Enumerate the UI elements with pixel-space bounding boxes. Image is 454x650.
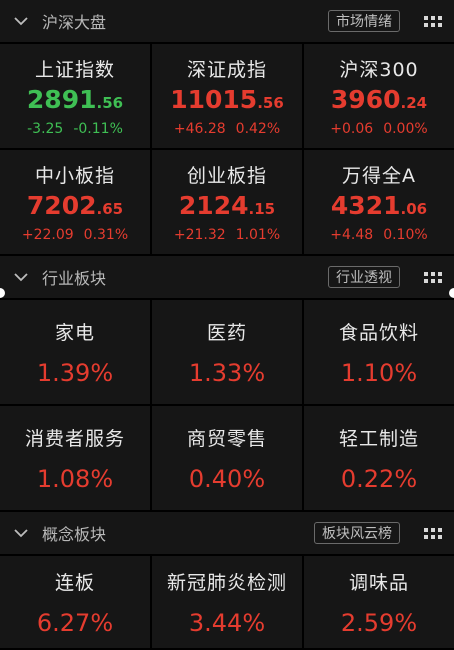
concept-cell[interactable]: 新冠肺炎检测 3.44% [152, 556, 302, 648]
sector-name: 家电 [54, 321, 95, 344]
concept-section-header[interactable]: 概念板块 板块风云榜 [0, 512, 454, 554]
industry-grid: 家电 1.39% 医药 1.33% 食品饮料 1.10% 消费者服务 1.08%… [0, 298, 454, 512]
chevron-down-icon[interactable] [10, 266, 32, 288]
sector-name: 商贸零售 [186, 427, 267, 450]
right-selection-handle[interactable] [449, 288, 454, 298]
index-cell[interactable]: 深证成指 11015.56 +46.28 0.42% [152, 44, 302, 148]
index-cell[interactable]: 中小板指 7202.65 +22.09 0.31% [0, 150, 150, 254]
sector-name: 医药 [206, 321, 247, 344]
index-price: 4321.06 [330, 191, 428, 220]
sector-name: 食品饮料 [338, 321, 419, 344]
concept-name: 连板 [54, 571, 95, 594]
sector-ranking-button[interactable]: 板块风云榜 [314, 522, 400, 544]
sector-name: 轻工制造 [338, 427, 419, 450]
index-name: 沪深300 [339, 59, 419, 81]
concept-change: 3.44% [188, 608, 266, 637]
sector-cell[interactable]: 食品饮料 1.10% [304, 300, 454, 404]
index-price: 11015.56 [170, 85, 284, 114]
index-change: +0.06 0.00% [330, 121, 428, 137]
market-sentiment-button[interactable]: 市场情绪 [328, 10, 400, 32]
index-price: 2891.56 [26, 85, 124, 114]
index-name: 上证指数 [34, 59, 115, 81]
sector-name: 消费者服务 [24, 427, 125, 450]
index-name: 中小板指 [34, 165, 115, 187]
sector-cell[interactable]: 医药 1.33% [152, 300, 302, 404]
index-name: 深证成指 [186, 59, 267, 81]
index-cell[interactable]: 创业板指 2124.15 +21.32 1.01% [152, 150, 302, 254]
section-title: 行业板块 [42, 269, 107, 288]
index-cell[interactable]: 万得全A 4321.06 +4.48 0.10% [304, 150, 454, 254]
section-title: 沪深大盘 [42, 13, 107, 32]
index-price: 2124.15 [178, 191, 276, 220]
index-change: +4.48 0.10% [330, 227, 428, 243]
grid-menu-icon[interactable] [424, 14, 442, 28]
section-title: 概念板块 [42, 525, 107, 544]
index-price: 7202.65 [26, 191, 124, 220]
sector-change: 0.22% [340, 464, 418, 493]
index-cell[interactable]: 上证指数 2891.56 -3.25 -0.11% [0, 44, 150, 148]
chevron-down-icon[interactable] [10, 522, 32, 544]
index-change: -3.25 -0.11% [27, 121, 123, 137]
concept-change: 2.59% [340, 608, 418, 637]
index-change: +22.09 0.31% [21, 227, 129, 243]
concept-change: 6.27% [36, 608, 114, 637]
market-section-header[interactable]: 沪深大盘 市场情绪 [0, 0, 454, 42]
industry-insight-button[interactable]: 行业透视 [328, 266, 400, 288]
sector-change: 1.10% [340, 358, 418, 387]
index-change: +46.28 0.42% [173, 121, 281, 137]
concept-grid: 连板 6.27% 新冠肺炎检测 3.44% 调味品 2.59% [0, 554, 454, 650]
grid-menu-icon[interactable] [424, 526, 442, 540]
index-name: 万得全A [342, 165, 416, 187]
chevron-down-icon[interactable] [10, 10, 32, 32]
sector-cell[interactable]: 轻工制造 0.22% [304, 406, 454, 510]
concept-cell[interactable]: 调味品 2.59% [304, 556, 454, 648]
index-change: +21.32 1.01% [173, 227, 281, 243]
concept-name: 调味品 [348, 571, 409, 594]
grid-menu-icon[interactable] [424, 270, 442, 284]
index-name: 创业板指 [186, 165, 267, 187]
index-price: 3960.24 [330, 85, 428, 114]
sector-cell[interactable]: 家电 1.39% [0, 300, 150, 404]
industry-section-header[interactable]: 行业板块 行业透视 [0, 256, 454, 298]
concept-name: 新冠肺炎检测 [166, 571, 287, 594]
index-cell[interactable]: 沪深300 3960.24 +0.06 0.00% [304, 44, 454, 148]
sector-change: 1.33% [188, 358, 266, 387]
sector-change: 1.39% [36, 358, 114, 387]
sector-change: 1.08% [36, 464, 114, 493]
sector-change: 0.40% [188, 464, 266, 493]
concept-cell[interactable]: 连板 6.27% [0, 556, 150, 648]
sector-cell[interactable]: 商贸零售 0.40% [152, 406, 302, 510]
sector-cell[interactable]: 消费者服务 1.08% [0, 406, 150, 510]
index-grid: 上证指数 2891.56 -3.25 -0.11% 深证成指 11015.56 +… [0, 42, 454, 256]
